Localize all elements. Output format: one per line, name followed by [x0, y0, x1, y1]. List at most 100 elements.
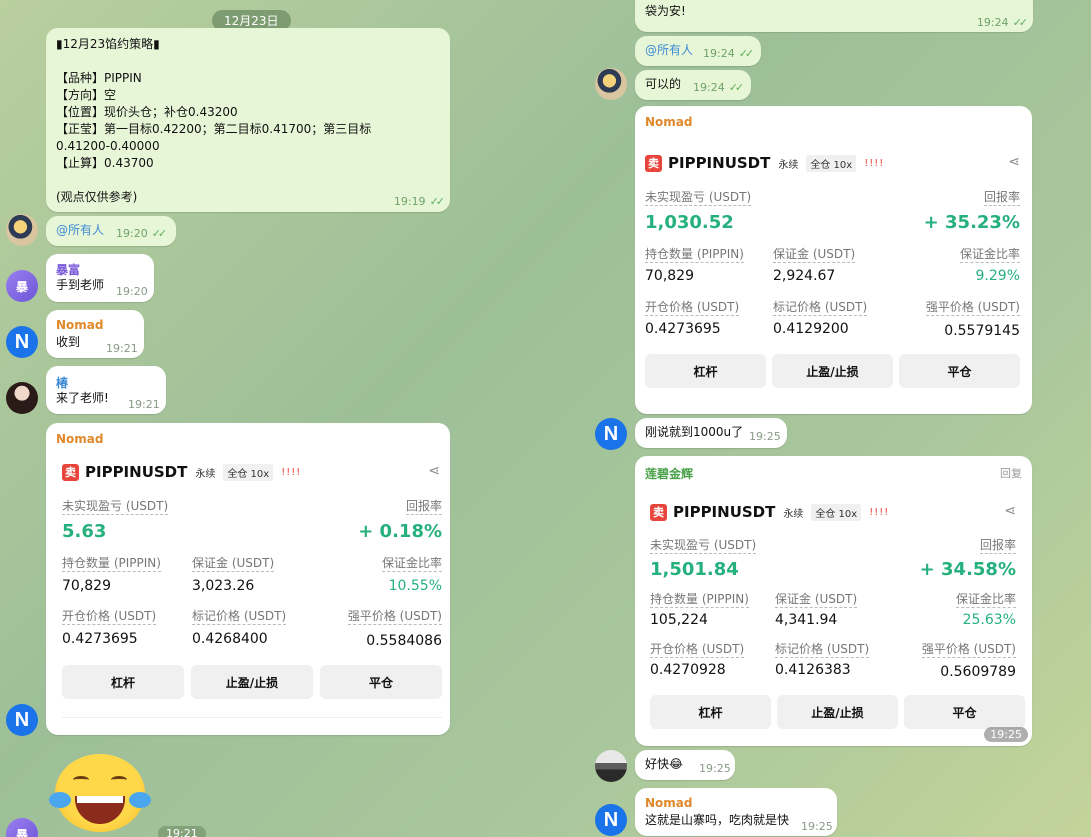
value-margin: 3,023.26 [192, 578, 255, 594]
close-position-button[interactable]: 平仓 [904, 695, 1025, 729]
sender-name[interactable]: 椿 [56, 374, 68, 391]
divider [62, 717, 442, 718]
value-liq-price: 0.5579145 [944, 323, 1020, 339]
avatar[interactable] [595, 750, 627, 782]
symbol: PIPPINUSDT [673, 503, 776, 521]
message-text: 刚说就到1000u了 [645, 425, 744, 439]
sender-name[interactable]: Nomad [645, 796, 692, 810]
value-open-price: 0.4270928 [650, 662, 726, 678]
message-text: PIPPIN第3目标◎ 0.41200已经到达，建议稳健的朋友就领价出局，落 袋… [645, 0, 1018, 18]
avatar[interactable]: N [595, 418, 627, 450]
value-mark-price: 0.4268400 [192, 631, 268, 647]
label-qty: 持仓数量 (PIPPIN) [645, 247, 744, 263]
label-roi: 回报率 [983, 190, 1020, 206]
avatar[interactable]: 暴 [6, 818, 38, 837]
read-ticks-icon: ✓✓ [151, 227, 168, 240]
message-bubble[interactable]: Nomad 收到 19:21 [46, 310, 144, 358]
close-position-button[interactable]: 平仓 [320, 665, 442, 699]
share-icon[interactable]: ⋖ [428, 463, 440, 479]
close-position-button[interactable]: 平仓 [899, 354, 1020, 388]
message-bubble[interactable]: 椿 来了老师! 19:21 [46, 366, 166, 414]
label-qty: 持仓数量 (PIPPIN) [650, 592, 749, 608]
message-time: 19:21 [158, 826, 206, 837]
value-qty: 70,829 [62, 578, 111, 594]
read-ticks-icon: ✓✓ [429, 195, 446, 208]
tp-sl-button[interactable]: 止盈/止损 [772, 354, 893, 388]
strategy-message[interactable]: ▮12月23馅约策略▮ 【品种】PIPPIN 【方向】空 【位置】现价头仓；补仓… [46, 28, 450, 212]
leverage-button[interactable]: 杠杆 [650, 695, 771, 729]
card-title: 卖 PIPPINUSDT 永续 全仓 10x !!!! [645, 154, 884, 172]
label-unrealized: 未实现盈亏 (USDT) [62, 499, 169, 515]
read-ticks-icon: ✓✓ [728, 81, 745, 94]
message-time: 19:20 [116, 285, 148, 298]
tp-sl-button[interactable]: 止盈/止损 [777, 695, 898, 729]
avatar[interactable]: N [595, 804, 627, 836]
tag-leverage: 全仓 10x [806, 154, 857, 172]
trade-card[interactable]: Nomad 卖 PIPPINUSDT 永续 全仓 10x !!!! ⋖ 未实现盈… [46, 423, 450, 735]
tag-leverage: 全仓 10x [811, 503, 862, 521]
mention-all-link[interactable]: @所有人 [56, 222, 104, 239]
value-qty: 70,829 [645, 268, 694, 284]
target-reached-message[interactable]: PIPPIN第3目标◎ 0.41200已经到达，建议稳健的朋友就领价出局，落 袋… [635, 0, 1033, 32]
message-bubble[interactable]: Nomad 这就是山寨吗，吃肉就是快 19:25 [635, 788, 837, 836]
message-bubble[interactable]: 好快😂 19:25 [635, 750, 735, 780]
avatar[interactable]: 暴 [6, 270, 38, 302]
message-text: 收到 [56, 335, 81, 349]
signal-bars-icon: !!!! [864, 157, 885, 169]
sell-badge: 卖 [650, 503, 667, 521]
card-title: 卖 PIPPINUSDT 永续 全仓 10x !!!! [650, 503, 889, 521]
leverage-button[interactable]: 杠杆 [645, 354, 766, 388]
leverage-button[interactable]: 杠杆 [62, 665, 184, 699]
sender-name[interactable]: Nomad [645, 115, 692, 129]
message-time: 19:24 [693, 81, 725, 94]
message-bubble[interactable]: 刚说就到1000u了 19:25 [635, 418, 787, 448]
signal-bars-icon: !!!! [281, 466, 302, 478]
message-time: 19:24 [976, 16, 1009, 29]
sell-badge: 卖 [62, 463, 79, 481]
value-mark-price: 0.4126383 [775, 662, 851, 678]
message-time: 19:21 [106, 342, 138, 355]
message-bubble[interactable]: 暴富 手到老师 19:20 [46, 254, 154, 302]
value-open-price: 0.4273695 [62, 631, 138, 647]
avatar[interactable] [6, 214, 38, 246]
share-icon[interactable]: ⋖ [1008, 154, 1020, 170]
message-time: 19:25 [801, 820, 833, 833]
message-time: 19:25 [699, 762, 731, 775]
share-icon[interactable]: ⋖ [1004, 503, 1016, 519]
message-bubble[interactable]: 可以的 19:24 ✓✓ [635, 70, 751, 100]
tp-sl-button[interactable]: 止盈/止损 [191, 665, 313, 699]
mention-all-message[interactable]: @所有人 19:24 ✓✓ [635, 36, 761, 66]
value-roi: + 34.58% [919, 559, 1016, 580]
label-mark-price: 标记价格 (USDT) [773, 300, 868, 316]
sender-name[interactable]: 暴富 [56, 261, 80, 278]
label-ratio: 保证金比率 [955, 592, 1016, 608]
label-open-price: 开仓价格 (USDT) [650, 642, 745, 658]
sender-name[interactable]: 莲碧金辉 [645, 465, 693, 482]
mention-all-message[interactable]: @所有人 19:20 ✓✓ [46, 216, 176, 246]
value-margin: 4,341.94 [775, 612, 838, 628]
label-ratio: 保证金比率 [381, 556, 442, 572]
mention-all-link[interactable]: @所有人 [645, 42, 693, 59]
reply-link[interactable]: 回复 [1000, 465, 1022, 481]
avatar[interactable]: N [6, 326, 38, 358]
avatar[interactable] [6, 382, 38, 414]
tag-leverage: 全仓 10x [223, 463, 274, 481]
label-mark-price: 标记价格 (USDT) [192, 609, 287, 625]
message-time: 19:21 [128, 398, 160, 411]
value-unrealized: 5.63 [62, 521, 107, 542]
value-ratio: 10.55% [388, 578, 442, 594]
sender-name[interactable]: Nomad [56, 318, 103, 332]
value-margin: 2,924.67 [773, 268, 836, 284]
message-time: 19:25 [984, 727, 1028, 742]
sender-name[interactable]: Nomad [56, 432, 103, 446]
sell-badge: 卖 [645, 154, 662, 172]
right-chat-pane: PIPPIN第3目标◎ 0.41200已经到达，建议稳健的朋友就领价出局，落 袋… [590, 0, 1091, 837]
message-text: 可以的 [645, 77, 682, 91]
value-ratio: 9.29% [975, 268, 1020, 284]
card-title: 卖 PIPPINUSDT 永续 全仓 10x !!!! [62, 463, 301, 481]
avatar[interactable] [595, 68, 627, 100]
label-open-price: 开仓价格 (USDT) [645, 300, 740, 316]
avatar[interactable]: N [6, 704, 38, 736]
trade-card[interactable]: Nomad 卖 PIPPINUSDT 永续 全仓 10x !!!! ⋖ 未实现盈… [635, 106, 1032, 414]
trade-card[interactable]: 莲碧金辉 回复 卖 PIPPINUSDT 永续 全仓 10x !!!! ⋖ 未实… [635, 456, 1032, 746]
